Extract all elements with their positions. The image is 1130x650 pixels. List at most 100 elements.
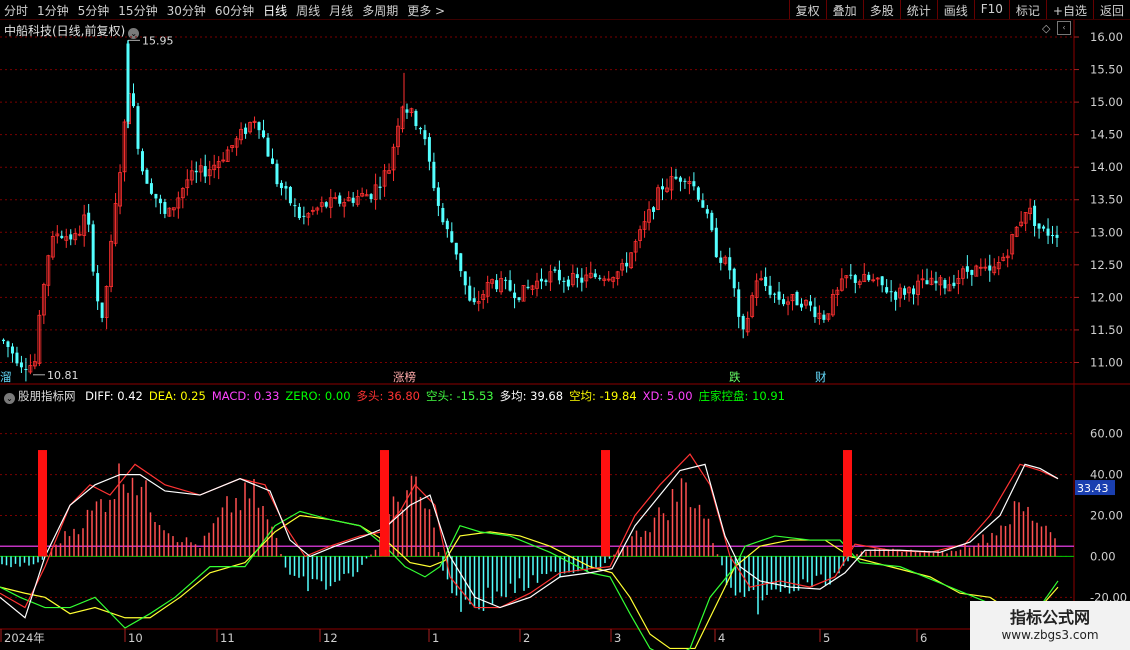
candle-body xyxy=(1055,234,1059,238)
candle-body xyxy=(338,195,342,204)
candle-body xyxy=(418,128,422,130)
toolbar-button-8[interactable]: 返回 xyxy=(1092,0,1130,19)
toolbar-button-6[interactable]: 标记 xyxy=(1008,0,1046,19)
candle-body xyxy=(808,301,812,306)
period-tab-10[interactable]: 更多 > xyxy=(407,2,445,19)
indicator-dropdown-icon[interactable]: ⌄ xyxy=(4,393,15,404)
candle-body xyxy=(625,262,629,267)
high-candle xyxy=(126,43,130,122)
high-price-label: 15.95 xyxy=(142,34,174,47)
candle-body xyxy=(674,176,678,179)
price-tick-label: 14.00 xyxy=(1090,160,1123,174)
candle-body xyxy=(10,346,14,354)
candle-body xyxy=(799,303,803,308)
candle-body xyxy=(324,202,328,207)
signal-bar-1 xyxy=(380,450,389,557)
candle-body xyxy=(24,368,28,371)
price-tick-label: 12.50 xyxy=(1090,258,1123,272)
toolbar-button-2[interactable]: 多股 xyxy=(862,0,900,19)
candle-body xyxy=(705,209,709,214)
price-tick-label: 13.50 xyxy=(1090,193,1123,207)
candle-body xyxy=(773,293,777,295)
candle-body xyxy=(678,177,682,182)
candle-body xyxy=(894,291,898,300)
date-label: 10 xyxy=(128,631,143,645)
candle-body xyxy=(777,291,781,300)
price-tick-label: 11.00 xyxy=(1090,355,1123,369)
candle-body xyxy=(436,187,440,206)
candle-body xyxy=(517,297,521,301)
candle-body xyxy=(822,314,826,320)
candle-body xyxy=(952,282,956,287)
candle-body xyxy=(369,194,373,200)
period-tab-2[interactable]: 5分钟 xyxy=(78,2,110,19)
candle-body xyxy=(925,280,929,285)
toolbar-button-7[interactable]: +自选 xyxy=(1045,0,1093,19)
toolbar-button-0[interactable]: 复权 xyxy=(788,0,826,19)
candle-body xyxy=(912,288,916,295)
period-tab-0[interactable]: 分时 xyxy=(4,2,28,19)
period-tab-3[interactable]: 15分钟 xyxy=(118,2,157,19)
candle-body xyxy=(450,231,454,243)
candle-body xyxy=(889,291,893,293)
toolbar-button-1[interactable]: 叠加 xyxy=(825,0,863,19)
indicator-name: 股朋指标网 xyxy=(18,389,76,403)
date-label: 12 xyxy=(323,631,338,645)
period-tab-5[interactable]: 60分钟 xyxy=(215,2,254,19)
candle-body xyxy=(988,265,992,271)
period-tab-6[interactable]: 日线 xyxy=(263,2,287,19)
period-tab-8[interactable]: 月线 xyxy=(329,2,353,19)
candle-body xyxy=(275,163,279,185)
candle-body xyxy=(575,274,579,278)
candle-body xyxy=(566,279,570,287)
candle-body xyxy=(696,187,700,200)
candle-body xyxy=(302,215,306,217)
date-label: 6 xyxy=(920,631,927,645)
candle-body xyxy=(19,362,23,368)
candle-body xyxy=(1042,226,1046,229)
candle-body xyxy=(692,181,696,187)
candle-body xyxy=(768,285,772,295)
candle-body xyxy=(580,277,584,283)
period-tab-4[interactable]: 30分钟 xyxy=(167,2,206,19)
signal-tag-2: 跌 xyxy=(729,370,741,384)
candle-body xyxy=(880,276,884,286)
candle-body xyxy=(100,302,104,318)
candle-body xyxy=(782,299,786,305)
candle-body xyxy=(149,183,153,194)
price-tick-label: 11.50 xyxy=(1090,323,1123,337)
low-price-label: 10.81 xyxy=(47,369,79,382)
stock-chart[interactable]: 16.00 15.50 15.00 14.50 14.00 13.50 13.00 12.50… xyxy=(0,20,1130,650)
toolbar-button-3[interactable]: 统计 xyxy=(899,0,937,19)
candle-body xyxy=(661,186,665,190)
candle-body xyxy=(562,280,566,282)
price-tick-label: 15.50 xyxy=(1090,63,1123,77)
signal-bar-3 xyxy=(843,450,852,557)
candle-body xyxy=(136,106,140,149)
candle-body xyxy=(593,273,597,278)
candle-body xyxy=(132,93,136,107)
candle-body xyxy=(270,158,274,164)
indicator-tick-label: 20.00 xyxy=(1090,509,1123,523)
candle-body xyxy=(2,339,5,342)
bull-avg-line xyxy=(0,463,1059,619)
candle-body xyxy=(454,242,458,255)
period-tab-1[interactable]: 1分钟 xyxy=(37,2,69,19)
toolbar-button-4[interactable]: 画线 xyxy=(936,0,974,19)
signal-bar-0 xyxy=(38,450,47,557)
watermark-title: 指标公式网 xyxy=(1009,608,1090,627)
toolbar-button-5[interactable]: F10 xyxy=(973,0,1009,19)
candle-body xyxy=(1046,228,1050,236)
price-tick-label: 16.00 xyxy=(1090,30,1123,44)
candle-body xyxy=(970,270,974,275)
candle-body xyxy=(15,352,19,364)
candle-body xyxy=(405,109,409,113)
period-tab-9[interactable]: 多周期 xyxy=(362,2,398,19)
candle-body xyxy=(741,315,745,330)
price-tick-label: 15.00 xyxy=(1090,95,1123,109)
candle-body xyxy=(885,287,889,293)
candle-body xyxy=(266,137,270,157)
period-tab-7[interactable]: 周线 xyxy=(296,2,320,19)
candle-body xyxy=(154,193,158,199)
signal-tag-3: 财 xyxy=(815,370,827,384)
